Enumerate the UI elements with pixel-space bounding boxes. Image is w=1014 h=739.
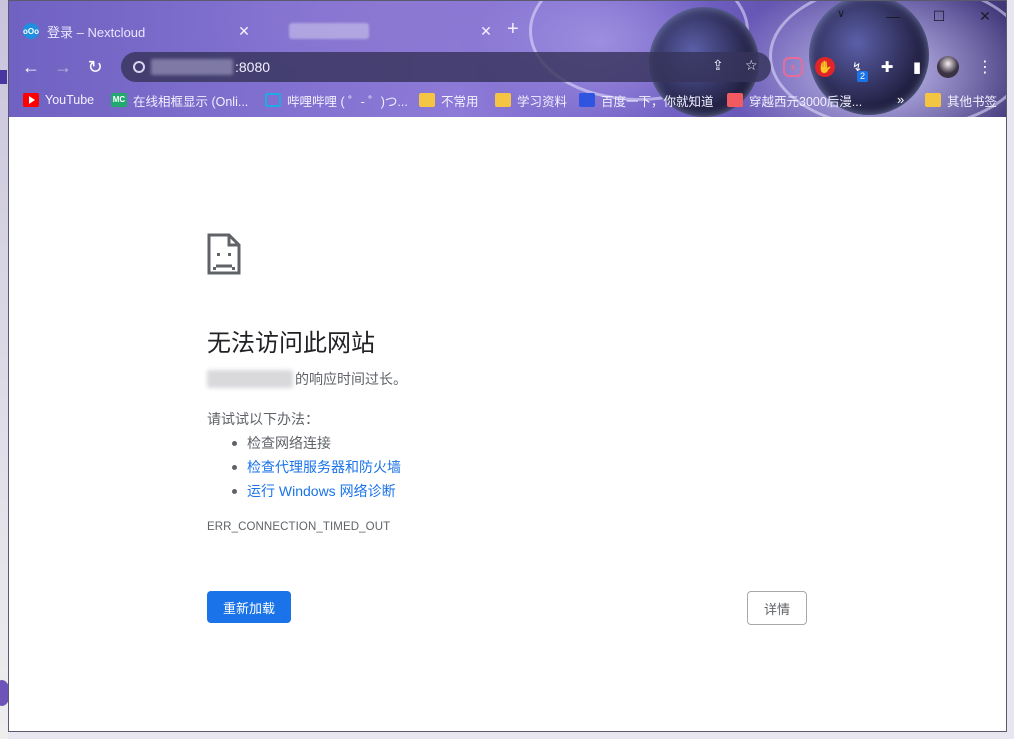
window-controls: — ☐ ✕ [870, 1, 1006, 31]
bookmark-folder-study[interactable]: 学习资料 [495, 89, 567, 111]
folder-icon [495, 93, 511, 107]
baidu-icon [579, 93, 595, 107]
bookmark-baidu[interactable]: 百度一下，你就知道 [579, 89, 714, 111]
bookmarks-bar: YouTube MC 在线相框显示 (Onli... 哔哩哔哩 ( ゜- ゜)つ… [9, 89, 1006, 111]
bookmark-label: 哔哩哔哩 ( ゜- ゜)つ... [287, 94, 408, 109]
tab-strip: oOo 登录 – Nextcloud ✕ ✕ + ∨ — ☐ ✕ [9, 1, 1006, 47]
desktop-edge [0, 0, 10, 739]
reload-page-button[interactable]: 重新加载 [207, 591, 291, 623]
page-title: 无法访问此网站 [207, 329, 375, 357]
browser-window: oOo 登录 – Nextcloud ✕ ✕ + ∨ — ☐ ✕ ← → ↻:… [8, 0, 1007, 732]
site-info-icon[interactable] [133, 61, 145, 73]
youtube-icon [23, 93, 39, 107]
sad-document-icon [207, 233, 241, 275]
desktop-taskbar-chip [0, 70, 7, 84]
bookmark-manga[interactable]: 穿越西元3000后漫... [727, 89, 862, 111]
hand-extension-icon[interactable]: ✋ [815, 57, 835, 77]
tab-search-chevron-icon[interactable]: ∨ [837, 7, 845, 20]
bilibili-icon [265, 93, 281, 107]
folder-icon [419, 93, 435, 107]
bookmark-youtube[interactable]: YouTube [23, 89, 94, 111]
extensions-puzzle-icon[interactable]: ✚ [877, 57, 897, 77]
error-summary: 的响应时间过长。 [207, 369, 407, 389]
toolbar: ← → ↻ :8080 ⇪ ☆ ᴥ ✋ ↯ 2 ✚ ▮ ⋮ [9, 49, 1006, 85]
suggestion-check-network: 检查网络连接 [232, 431, 401, 455]
bookmark-star-icon[interactable]: ☆ [745, 57, 758, 74]
address-host-redacted [151, 59, 233, 75]
suggestions-heading: 请试试以下办法： [207, 411, 319, 427]
host-redacted [207, 370, 293, 388]
maximize-button[interactable]: ☐ [916, 1, 962, 31]
bookmark-online-frame[interactable]: MC 在线相框显示 (Onli... [111, 89, 248, 111]
bookmark-label: 不常用 [441, 94, 479, 109]
suggestions-list: 检查网络连接 检查代理服务器和防火墙 运行 Windows 网络诊断 [232, 431, 401, 503]
close-window-button[interactable]: ✕ [962, 1, 1006, 31]
mc-icon: MC [111, 93, 127, 107]
bookmark-label: 其他书签 [947, 94, 998, 109]
tab-nextcloud-login[interactable]: oOo 登录 – Nextcloud ✕ [23, 15, 253, 47]
chrome-menu-icon[interactable]: ⋮ [975, 57, 995, 77]
tab-title-redacted [289, 23, 369, 39]
new-tab-button[interactable]: + [507, 19, 519, 39]
cat-extension-icon[interactable]: ᴥ [783, 57, 803, 77]
tab-blurred[interactable]: ✕ [265, 15, 495, 47]
bookmark-label: 穿越西元3000后漫... [749, 94, 863, 109]
bookmark-other-folder[interactable]: 其他书签 [925, 89, 997, 111]
side-panel-icon[interactable]: ▮ [907, 57, 927, 77]
reload-button[interactable]: ↻ [83, 55, 107, 79]
bookmark-label: YouTube [45, 93, 95, 107]
back-button[interactable]: ← [19, 55, 43, 79]
bookmark-folder-rarely-used[interactable]: 不常用 [419, 89, 479, 111]
bookmark-label: 在线相框显示 (Onli... [133, 94, 249, 109]
bookmark-bilibili[interactable]: 哔哩哔哩 ( ゜- ゜)つ... [265, 89, 408, 111]
bookmark-label: 百度一下，你就知道 [601, 94, 714, 109]
minimize-button[interactable]: — [870, 1, 916, 31]
error-summary-text: 的响应时间过长。 [295, 371, 407, 387]
error-code: ERR_CONNECTION_TIMED_OUT [207, 521, 391, 533]
address-bar[interactable]: :8080 [121, 52, 771, 82]
suggestion-check-proxy-link[interactable]: 检查代理服务器和防火墙 [232, 455, 401, 479]
bookmarks-overflow-button[interactable]: » [897, 89, 904, 111]
page-content: 无法访问此网站 的响应时间过长。 请试试以下办法： 检查网络连接 检查代理服务器… [9, 117, 1006, 731]
suggestion-windows-diagnostics-link[interactable]: 运行 Windows 网络诊断 [232, 479, 401, 503]
tab-title: 登录 – Nextcloud [47, 24, 146, 40]
tab-close-icon[interactable]: ✕ [477, 23, 495, 40]
browser-chrome: oOo 登录 – Nextcloud ✕ ✕ + ∨ — ☐ ✕ ← → ↻:… [9, 1, 1006, 131]
extension-badge: 2 [857, 71, 869, 82]
profile-avatar[interactable] [937, 56, 959, 78]
details-button[interactable]: 详情 [747, 591, 807, 625]
address-port: :8080 [235, 59, 271, 75]
folder-icon [925, 93, 941, 107]
manga-icon [727, 93, 743, 107]
nextcloud-icon: oOo [23, 23, 39, 39]
forward-button[interactable]: → [51, 55, 75, 79]
share-icon[interactable]: ⇪ [712, 57, 724, 74]
bookmark-label: 学习资料 [517, 94, 568, 109]
tab-close-icon[interactable]: ✕ [235, 23, 253, 40]
